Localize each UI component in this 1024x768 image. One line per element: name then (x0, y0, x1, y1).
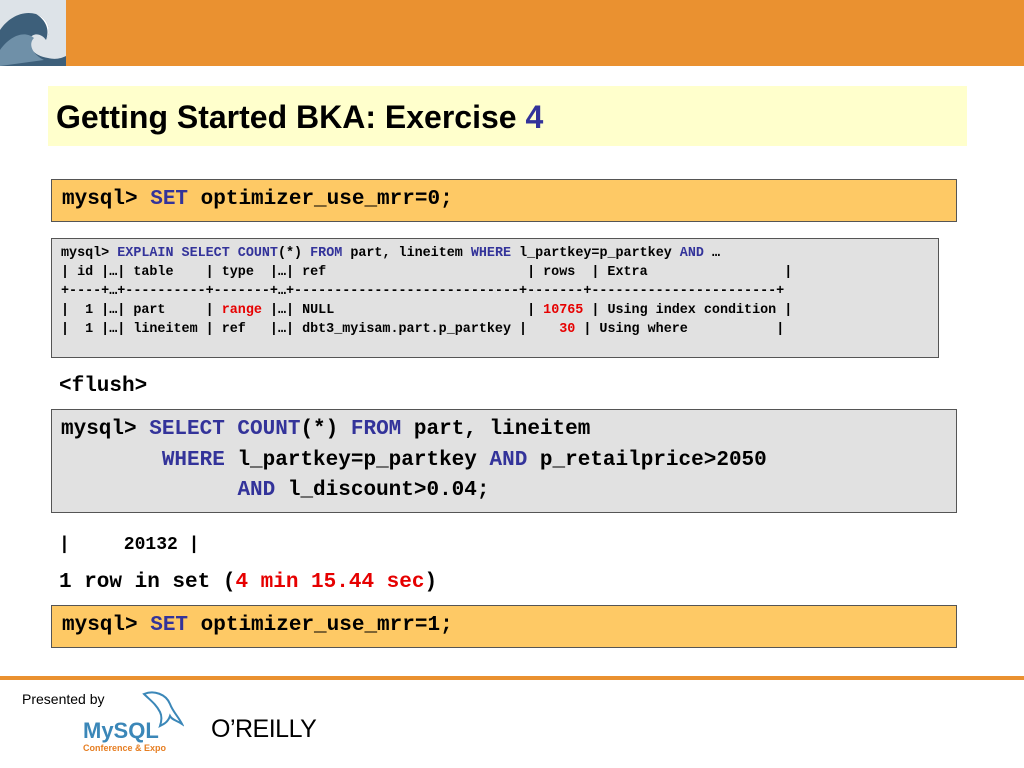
code-text: (*) (277, 246, 311, 261)
title-number: 4 (525, 99, 544, 135)
row-type: range (221, 303, 262, 318)
keyword: AND (489, 449, 528, 472)
code-box-set-mrr-0: mysql> SET optimizer_use_mrr=0; (51, 179, 957, 222)
prompt: mysql> (61, 418, 150, 441)
query-box: mysql> SELECT COUNT(*) FROM part, lineit… (51, 409, 957, 513)
title-box: Getting Started BKA: Exercise 4 (48, 86, 967, 146)
row-text: | 1 |…| lineitem | ref |…| dbt3_myisam.p… (61, 322, 560, 337)
oreilly-logo: O’REILLY (211, 715, 317, 743)
code-text: part, lineitem (401, 418, 591, 441)
keyword: SET (150, 614, 189, 637)
rowset-text: ) (424, 571, 438, 594)
flush-label: <flush> (59, 375, 148, 398)
query-result: | 20132 | (59, 535, 200, 555)
prompt: mysql> (62, 614, 151, 637)
code-text: part, lineitem (342, 246, 471, 261)
keyword: SELECT COUNT (149, 418, 301, 441)
query-line-3: AND l_discount>0.04; (61, 479, 490, 502)
explain-row-2: | 1 |…| lineitem | ref |…| dbt3_myisam.p… (61, 322, 784, 337)
explain-separator: +----+…+----------+-------+…+-----------… (61, 284, 785, 299)
prompt: mysql> (62, 188, 151, 211)
query-line-2: WHERE l_partkey=p_partkey AND p_retailpr… (61, 449, 767, 472)
keyword: SET (150, 188, 189, 211)
code-text: (*) (300, 418, 351, 441)
row-rows: 10765 (543, 303, 584, 318)
keyword: AND (237, 479, 276, 502)
row-text: | Using index condition | (583, 303, 793, 318)
code-line: mysql> SET optimizer_use_mrr=0; (62, 188, 453, 211)
rowset-text: 1 row in set ( (59, 571, 236, 594)
row-text: | Using where | (575, 322, 785, 337)
keyword: WHERE (161, 449, 225, 472)
explain-header-row: | id |…| table | type |…| ref | rows | E… (61, 265, 793, 280)
header-bar (0, 0, 1024, 66)
keyword: FROM (350, 418, 402, 441)
presented-by-label: Presented by (22, 691, 105, 707)
code-text: l_partkey=p_partkey (224, 449, 490, 472)
prompt: mysql> (61, 246, 118, 261)
row-text: | 1 |…| part | (61, 303, 222, 318)
explain-command-line: mysql> EXPLAIN SELECT COUNT(*) FROM part… (61, 246, 720, 261)
row-text: |…| NULL | (261, 303, 544, 318)
row-rows: 30 (559, 322, 576, 337)
query-line-1: mysql> SELECT COUNT(*) FROM part, lineit… (61, 418, 590, 441)
mysql-conference-label: Conference & Expo (83, 743, 167, 753)
row-count-line: 1 row in set (4 min 15.44 sec) (59, 571, 437, 594)
code-text: optimizer_use_mrr=1; (188, 614, 453, 637)
keyword: WHERE (470, 246, 512, 261)
code-text: l_partkey=p_partkey (511, 246, 680, 261)
mysql-logo: MySQL (83, 718, 159, 743)
wave-logo (0, 0, 66, 66)
keyword: AND (679, 246, 704, 261)
slide-title: Getting Started BKA: Exercise 4 (56, 99, 543, 136)
query-time: 4 min 15.44 sec (235, 571, 425, 594)
explain-row-1: | 1 |…| part | range |…| NULL | 10765 | … (61, 303, 792, 318)
keyword: EXPLAIN SELECT COUNT (117, 246, 278, 261)
explain-output-box: mysql> EXPLAIN SELECT COUNT(*) FROM part… (51, 238, 939, 358)
code-text: l_discount>0.04; (275, 479, 490, 502)
wave-icon (0, 0, 66, 66)
code-line: mysql> SET optimizer_use_mrr=1; (62, 614, 453, 637)
code-text: optimizer_use_mrr=0; (188, 188, 453, 211)
code-text: … (703, 246, 720, 261)
code-box-set-mrr-1: mysql> SET optimizer_use_mrr=1; (51, 605, 957, 648)
code-text: p_retailprice>2050 (527, 449, 767, 472)
title-text: Getting Started BKA: Exercise (56, 99, 526, 135)
footer-bar (0, 676, 1024, 680)
keyword: FROM (310, 246, 343, 261)
